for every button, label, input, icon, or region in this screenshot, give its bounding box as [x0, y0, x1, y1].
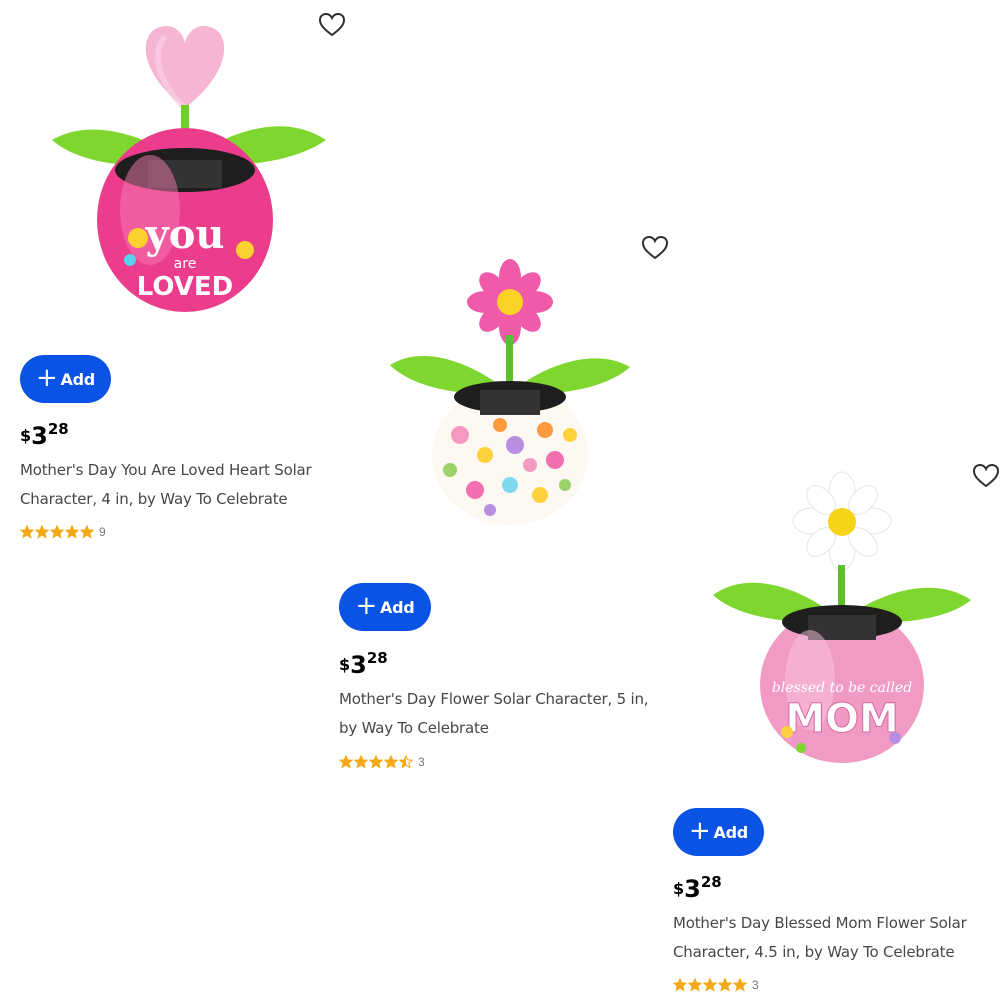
add-button-label: Add: [380, 597, 415, 617]
pot-label: are: [174, 256, 197, 272]
review-count: 3: [752, 978, 759, 992]
star-icon: [703, 978, 717, 992]
star-icon: [354, 755, 368, 769]
product-image[interactable]: [380, 255, 640, 530]
price-currency: $: [339, 655, 351, 674]
add-to-cart-button[interactable]: + Add: [339, 583, 431, 631]
star-icon: [673, 978, 687, 992]
price-currency: $: [20, 426, 32, 445]
price: $328: [20, 422, 69, 450]
add-to-cart-button[interactable]: + Add: [20, 355, 111, 403]
rating: 9: [20, 525, 106, 539]
price-cents: 28: [366, 649, 388, 667]
star-icon: [399, 755, 413, 769]
product-title-line: Character, 4.5 in, by Way To Celebrate: [673, 943, 955, 961]
star-icon: [369, 755, 383, 769]
star-icon: [50, 525, 64, 539]
rating: 3: [673, 978, 759, 992]
star-icon: [384, 755, 398, 769]
product-title[interactable]: Mother's Day You Are Loved Heart Solar C…: [20, 456, 340, 514]
star-icon: [688, 978, 702, 992]
price-dollars: 3: [350, 651, 367, 679]
star-icon: [35, 525, 49, 539]
price-dollars: 3: [31, 422, 48, 450]
review-count: 9: [99, 525, 106, 539]
star-rating: [339, 755, 414, 769]
plus-icon: +: [36, 363, 58, 393]
star-icon: [20, 525, 34, 539]
product-title-line: Mother's Day You Are Loved Heart Solar: [20, 461, 312, 479]
product-image[interactable]: you are LOVED: [40, 10, 340, 320]
star-rating: [673, 978, 748, 992]
product-title-line: by Way To Celebrate: [339, 719, 489, 737]
pot-label: MOM: [785, 696, 899, 742]
plus-icon: +: [689, 816, 711, 846]
heart-outline-icon[interactable]: [641, 234, 669, 262]
product-title-line: Mother's Day Flower Solar Character, 5 i…: [339, 690, 649, 708]
star-icon: [718, 978, 732, 992]
product-title[interactable]: Mother's Day Flower Solar Character, 5 i…: [339, 685, 664, 743]
price-cents: 28: [47, 420, 69, 438]
rating: 3: [339, 755, 425, 769]
product-title[interactable]: Mother's Day Blessed Mom Flower Solar Ch…: [673, 909, 993, 967]
star-rating: [20, 525, 95, 539]
star-icon: [339, 755, 353, 769]
price-dollars: 3: [684, 875, 701, 903]
plus-icon: +: [355, 591, 378, 621]
add-to-cart-button[interactable]: + Add: [673, 808, 764, 856]
price-cents: 28: [700, 873, 722, 891]
star-icon: [733, 978, 747, 992]
add-button-label: Add: [60, 369, 96, 389]
heart-outline-icon[interactable]: [318, 11, 346, 39]
star-icon: [65, 525, 79, 539]
product-image[interactable]: blessed to be called MOM: [705, 470, 980, 770]
pot-label: LOVED: [137, 272, 234, 302]
add-button-label: Add: [713, 822, 749, 842]
pot-label: blessed to be called: [772, 680, 912, 696]
pot-label: you: [144, 211, 224, 258]
star-icon: [80, 525, 94, 539]
price: $328: [673, 875, 722, 903]
heart-outline-icon[interactable]: [972, 462, 1000, 490]
product-title-line: Character, 4 in, by Way To Celebrate: [20, 490, 288, 508]
price: $328: [339, 651, 388, 679]
price-currency: $: [673, 879, 685, 898]
review-count: 3: [418, 755, 425, 769]
product-title-line: Mother's Day Blessed Mom Flower Solar: [673, 914, 967, 932]
